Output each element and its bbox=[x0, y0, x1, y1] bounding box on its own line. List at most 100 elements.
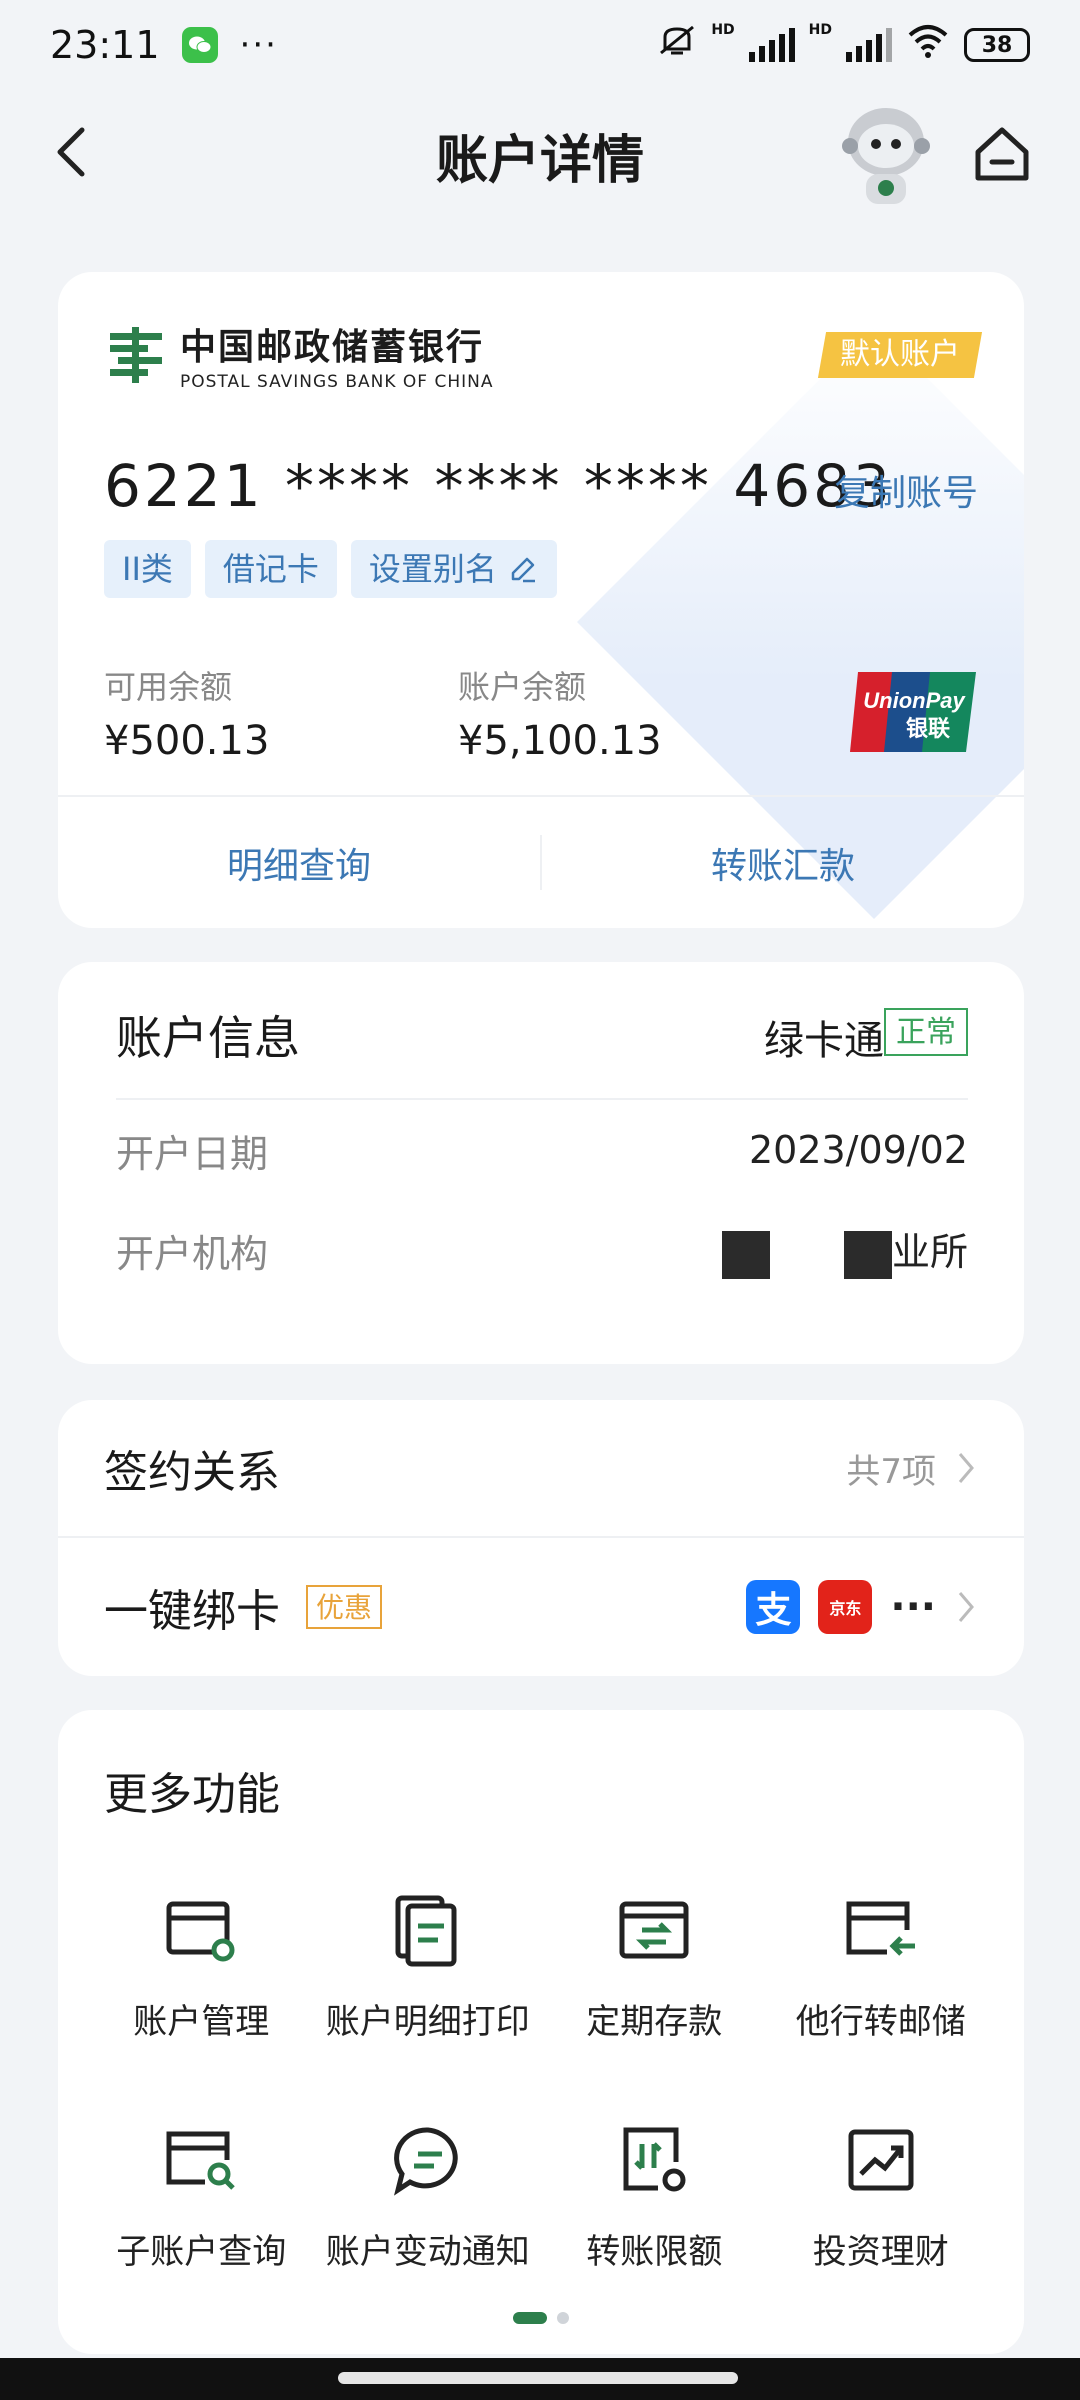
open-date-value: 2023/09/02 bbox=[748, 1128, 968, 1172]
copy-account-number-button[interactable]: 复制账号 bbox=[834, 464, 978, 516]
mute-icon bbox=[657, 23, 697, 68]
open-branch-row: 开户机构 业所 bbox=[116, 1198, 968, 1302]
signal-icon-1 bbox=[748, 28, 795, 62]
function-term-deposit[interactable]: 定期存款 bbox=[541, 1870, 768, 2070]
wechat-notification-icon bbox=[181, 27, 218, 63]
account-info-title: 账户信息 bbox=[116, 1011, 300, 1065]
function-change-notification[interactable]: 账户变动通知 bbox=[315, 2100, 542, 2300]
function-transfer-limit[interactable]: 转账限额 bbox=[541, 2100, 768, 2300]
function-transfer-in[interactable]: 他行转邮储 bbox=[768, 1870, 995, 2070]
open-branch-value: 业所 bbox=[721, 1221, 968, 1279]
card-actions: 明细查询 转账汇款 bbox=[58, 797, 1024, 928]
card-type-label: 绿卡通 bbox=[764, 1018, 884, 1064]
bank-name-cn: 中国邮政储蓄银行 bbox=[180, 327, 485, 368]
hd-label-2: HD bbox=[808, 21, 832, 38]
account-info-card: 账户信息 绿卡通 正常 开户日期 2023/09/02 开户机构 业所 bbox=[58, 962, 1024, 1364]
relations-card: 签约关系 共7项 一键绑卡 优惠 支 京东 ··· bbox=[58, 1400, 1024, 1676]
wifi-icon bbox=[906, 23, 950, 68]
bank-name-en: POSTAL SAVINGS BANK OF CHINA bbox=[180, 372, 494, 392]
page-dot-active[interactable] bbox=[513, 2312, 547, 2324]
function-label: 子账户查询 bbox=[116, 2232, 287, 2272]
function-sub-account-query[interactable]: 子账户查询 bbox=[88, 2100, 315, 2300]
function-investment[interactable]: 投资理财 bbox=[768, 2100, 995, 2300]
svg-text:UnionPay: UnionPay bbox=[863, 688, 966, 713]
quick-bind-row[interactable]: 一键绑卡 优惠 支 京东 ··· bbox=[104, 1538, 978, 1676]
home-icon[interactable] bbox=[970, 122, 1034, 186]
default-account-badge: 默认账户 bbox=[817, 332, 983, 378]
available-balance-label: 可用余额 bbox=[104, 668, 233, 706]
signal-icon-2 bbox=[846, 28, 892, 62]
transfer-button[interactable]: 转账汇款 bbox=[542, 797, 1024, 928]
chevron-right-icon bbox=[958, 1592, 974, 1622]
function-label: 账户明细打印 bbox=[325, 2002, 530, 2042]
functions-grid: 账户管理 账户明细打印 定期存款 他行转邮储 子账户查询 账户变动通知 转账限额 bbox=[88, 1870, 994, 2300]
tag-account-class: II类 bbox=[104, 540, 191, 598]
more-functions-card: 更多功能 账户管理 账户明细打印 定期存款 他行转邮储 子账户查询 账户变动通知 bbox=[58, 1710, 1024, 2354]
alipay-icon: 支 bbox=[746, 1580, 801, 1634]
open-branch-label: 开户机构 bbox=[116, 1231, 269, 1276]
account-balance: 账户余额 ¥5,100.13 bbox=[458, 662, 662, 764]
open-date-label: 开户日期 bbox=[116, 1131, 269, 1176]
card-tags: II类 借记卡 设置别名 bbox=[104, 540, 557, 598]
function-label: 账户管理 bbox=[133, 2002, 270, 2042]
system-navigation-bar bbox=[0, 2358, 1080, 2400]
redacted-block bbox=[843, 1230, 892, 1279]
jd-icon: 京东 bbox=[818, 1580, 873, 1634]
chevron-right-icon bbox=[958, 1453, 974, 1483]
page-indicator bbox=[58, 2312, 1024, 2324]
available-balance-value: ¥500.13 bbox=[104, 718, 270, 764]
account-balance-value: ¥5,100.13 bbox=[458, 718, 662, 764]
card-number: 6221 **** **** **** 4683 bbox=[104, 452, 893, 520]
transaction-details-button[interactable]: 明细查询 bbox=[58, 797, 540, 928]
function-label: 投资理财 bbox=[812, 2232, 949, 2272]
page-dot[interactable] bbox=[557, 2312, 569, 2324]
sign-relations-count: 共7项 bbox=[846, 1451, 936, 1492]
svg-text:银联: 银联 bbox=[906, 717, 950, 742]
document-print-icon bbox=[395, 1895, 457, 1967]
edit-pencil-icon bbox=[511, 557, 535, 583]
sign-relations-row[interactable]: 签约关系 共7项 bbox=[104, 1400, 978, 1536]
quick-bind-label: 一键绑卡 bbox=[104, 1586, 280, 1637]
card-search-icon bbox=[166, 2131, 236, 2190]
more-functions-title: 更多功能 bbox=[104, 1769, 280, 1820]
set-alias-button[interactable]: 设置别名 bbox=[350, 540, 557, 598]
function-label: 他行转邮储 bbox=[795, 2002, 966, 2042]
page-title: 账户详情 bbox=[435, 130, 644, 191]
function-label: 定期存款 bbox=[586, 2002, 723, 2042]
astronaut-mascot-icon[interactable] bbox=[836, 102, 936, 212]
status-more-dots: ··· bbox=[239, 25, 278, 65]
function-label: 账户变动通知 bbox=[325, 2232, 530, 2272]
card-transfer-in-icon bbox=[846, 1901, 915, 1956]
redacted-block bbox=[721, 1230, 770, 1279]
status-bar: 23:11 ··· HD HD 38 bbox=[0, 0, 1080, 90]
open-branch-suffix: 业所 bbox=[891, 1230, 968, 1275]
home-gesture-handle[interactable] bbox=[338, 2372, 738, 2384]
open-date-row: 开户日期 2023/09/02 bbox=[116, 1110, 968, 1190]
tag-debit-card: 借记卡 bbox=[204, 540, 337, 598]
investment-chart-icon bbox=[848, 2129, 914, 2191]
status-time: 23:11 bbox=[50, 23, 160, 67]
back-arrow-icon[interactable] bbox=[44, 122, 104, 182]
unionpay-logo-icon: UnionPay 银联 bbox=[850, 672, 976, 752]
account-info-divider bbox=[116, 1098, 968, 1100]
transfer-limit-icon bbox=[623, 2127, 686, 2192]
battery-indicator: 38 bbox=[964, 28, 1030, 62]
status-right-group: HD HD 38 bbox=[657, 23, 1030, 68]
top-nav: 账户详情 bbox=[0, 90, 1080, 220]
message-bubble-icon bbox=[393, 2127, 458, 2196]
function-statement-print[interactable]: 账户明细打印 bbox=[315, 1870, 542, 2070]
account-balance-label: 账户余额 bbox=[458, 668, 587, 706]
hd-label-1: HD bbox=[711, 21, 735, 38]
card-gear-icon bbox=[166, 1901, 235, 1962]
function-account-management[interactable]: 账户管理 bbox=[88, 1870, 315, 2070]
account-status-badge: 正常 bbox=[884, 1008, 968, 1056]
bank-logo: 中国邮政储蓄银行 POSTAL SAVINGS BANK OF CHINA bbox=[104, 318, 494, 392]
available-balance: 可用余额 ¥500.13 bbox=[104, 662, 269, 764]
more-apps-dots: ··· bbox=[890, 1584, 936, 1630]
set-alias-label: 设置别名 bbox=[368, 550, 497, 588]
promo-badge: 优惠 bbox=[306, 1585, 383, 1629]
sign-relations-label: 签约关系 bbox=[104, 1447, 280, 1498]
account-card: 中国邮政储蓄银行 POSTAL SAVINGS BANK OF CHINA 默认… bbox=[58, 272, 1024, 928]
function-label: 转账限额 bbox=[586, 2232, 723, 2272]
psbc-logo-icon bbox=[110, 327, 162, 383]
